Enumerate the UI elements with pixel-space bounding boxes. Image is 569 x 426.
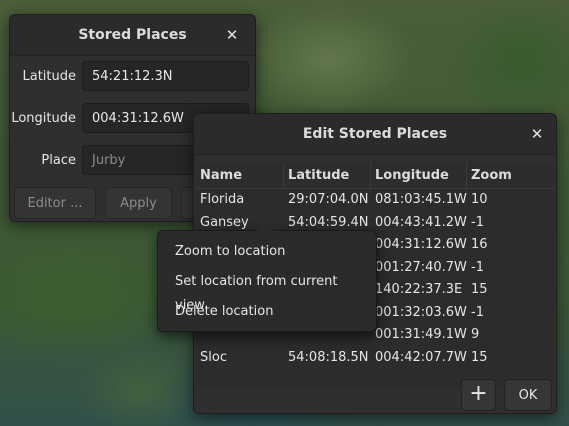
cell-zoom: -1 xyxy=(471,214,484,230)
table-row[interactable]: Florida 29:07:04.0N 081:03:45.1W 10 xyxy=(196,189,554,212)
add-place-button[interactable]: + xyxy=(461,379,496,411)
cell-latitude: 54:08:18.5N xyxy=(288,349,369,365)
longitude-label: Longitude xyxy=(11,111,76,126)
stored-places-title: Stored Places xyxy=(78,27,187,43)
menu-item-delete-location[interactable]: Delete location xyxy=(175,300,368,324)
cell-zoom: 10 xyxy=(471,192,488,207)
latitude-field[interactable]: 54:21:12.3N xyxy=(82,61,249,91)
cell-longitude: 140:22:37.3E xyxy=(375,282,463,297)
editor-button[interactable]: Editor ... xyxy=(14,187,96,219)
cell-zoom: -1 xyxy=(471,259,484,275)
cell-longitude: 004:42:07.7W xyxy=(375,349,467,365)
cell-longitude: 004:43:41.2W xyxy=(375,214,467,230)
edit-stored-places-titlebar: Edit Stored Places ✕ xyxy=(194,114,556,155)
column-header-zoom[interactable]: Zoom xyxy=(467,163,554,188)
cell-zoom: 15 xyxy=(471,282,488,297)
menu-item-set-location-from-current-view[interactable]: Set location from current view xyxy=(175,270,368,313)
table-row[interactable]: Sloc 54:08:18.5N 004:42:07.7W 15 xyxy=(196,347,554,370)
cell-name: Sloc xyxy=(200,349,227,365)
stored-places-titlebar: Stored Places ✕ xyxy=(10,15,255,56)
ok-button[interactable]: OK xyxy=(504,379,552,411)
cell-longitude: 001:31:49.1W xyxy=(375,327,467,342)
column-header-longitude[interactable]: Longitude xyxy=(371,163,467,188)
cell-longitude: 001:32:03.6W xyxy=(375,304,467,320)
cell-longitude: 081:03:45.1W xyxy=(375,192,467,207)
apply-button[interactable]: Apply xyxy=(105,187,172,219)
close-icon[interactable]: ✕ xyxy=(221,15,243,55)
table-header: Name Latitude Longitude Zoom xyxy=(196,163,554,189)
cell-name: Florida xyxy=(200,192,245,207)
column-header-name[interactable]: Name xyxy=(196,163,284,188)
cell-zoom: -1 xyxy=(471,304,484,320)
menu-item-zoom-to-location[interactable]: Zoom to location xyxy=(175,240,368,264)
close-icon[interactable]: ✕ xyxy=(526,114,548,154)
cell-zoom: 16 xyxy=(471,237,488,252)
place-label: Place xyxy=(41,153,76,168)
row-context-menu: Zoom to location Set location from curre… xyxy=(157,222,377,332)
cell-longitude: 001:27:40.7W xyxy=(375,259,467,275)
cell-longitude: 004:31:12.6W xyxy=(375,237,467,252)
cell-latitude: 29:07:04.0N xyxy=(288,192,369,207)
edit-stored-places-title: Edit Stored Places xyxy=(302,126,448,142)
latitude-label: Latitude xyxy=(22,69,76,84)
column-header-latitude[interactable]: Latitude xyxy=(284,163,371,188)
cell-zoom: 9 xyxy=(471,327,480,342)
cell-zoom: 15 xyxy=(471,349,488,365)
plus-icon: + xyxy=(469,381,488,406)
